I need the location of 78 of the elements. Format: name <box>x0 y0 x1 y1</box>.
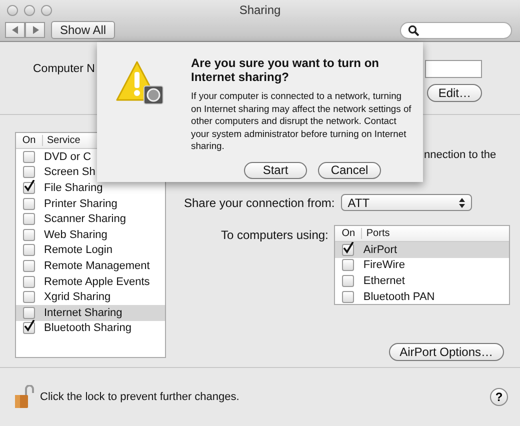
close-button[interactable] <box>7 4 18 16</box>
column-header: Service <box>46 135 80 146</box>
connection-dropdown[interactable]: ATT <box>340 194 472 211</box>
checkbox[interactable] <box>23 322 35 334</box>
airport-options-button[interactable]: AirPort Options… <box>388 343 504 361</box>
checkbox[interactable] <box>342 244 354 256</box>
column-header: On <box>335 228 362 239</box>
forward-button[interactable] <box>25 22 45 38</box>
window-title: Sharing <box>238 3 282 17</box>
computer-name-field[interactable] <box>425 60 482 78</box>
warning-icon <box>115 60 165 106</box>
port-name: FireWire <box>362 259 405 272</box>
service-row[interactable]: Scanner Sharing <box>16 211 165 227</box>
to-computers-label: To computers using: <box>221 227 328 244</box>
checkbox[interactable] <box>23 276 35 288</box>
checkbox[interactable] <box>342 259 354 272</box>
service-name: Printer Sharing <box>43 198 118 210</box>
service-name: Xgrid Sharing <box>43 291 111 304</box>
description-text: nnection to the <box>424 149 498 161</box>
sheet-title: Are you sure you want to turn on Internet sharing? <box>191 56 380 84</box>
service-name: DVD or C <box>43 150 92 163</box>
service-row[interactable]: Printer Sharing <box>16 196 165 212</box>
search-icon <box>408 24 419 36</box>
port-row[interactable]: FireWire <box>335 258 510 274</box>
service-name: Remote Login <box>43 244 112 256</box>
sheet-button[interactable]: Start <box>244 162 307 179</box>
checkbox[interactable] <box>23 182 35 194</box>
search-field[interactable] <box>400 22 512 38</box>
service-name: Scanner Sharing <box>43 213 126 226</box>
service-row[interactable]: File Sharing <box>16 180 165 196</box>
show-all-button[interactable]: Show All <box>51 21 116 39</box>
service-name: Screen Sh <box>43 166 96 178</box>
service-row[interactable]: Remote Management <box>16 258 165 274</box>
service-name: Remote Apple Events <box>43 276 150 288</box>
checkbox[interactable] <box>342 274 354 287</box>
service-row[interactable]: Remote Apple Events <box>16 274 165 290</box>
service-row[interactable]: Bluetooth Sharing <box>16 320 165 336</box>
service-row[interactable]: Remote Login <box>16 242 165 258</box>
forward-arrow-icon <box>32 26 38 34</box>
edit-button[interactable]: Edit… <box>427 84 482 102</box>
checkbox[interactable] <box>23 306 35 319</box>
sheet-button[interactable]: Cancel <box>318 162 381 179</box>
lock-hint-text: Click the lock to prevent further changes. <box>40 391 240 403</box>
computer-name-label: Computer N <box>33 63 95 75</box>
service-name: File Sharing <box>43 182 103 194</box>
sheet-message: If your computer is connected to a network, turning on Internet sharing may affect the network settings of other computers and disrupt the network. Contact your system administrator before turning on Internet sharing. <box>191 90 412 153</box>
column-header: Ports <box>365 228 390 239</box>
checkbox[interactable] <box>23 260 35 272</box>
help-button[interactable]: ? <box>490 388 508 406</box>
checkbox[interactable] <box>23 213 35 226</box>
port-row[interactable]: AirPort <box>335 242 510 258</box>
column-header: On <box>16 135 43 146</box>
port-row[interactable]: Ethernet <box>335 273 510 289</box>
back-arrow-icon <box>12 26 18 34</box>
port-name: Ethernet <box>362 274 405 287</box>
service-row[interactable]: Internet Sharing <box>16 304 165 321</box>
checkbox[interactable] <box>23 198 35 210</box>
checkbox[interactable] <box>23 150 35 163</box>
checkbox[interactable] <box>23 244 35 256</box>
service-name: Web Sharing <box>43 228 108 241</box>
minimize-button[interactable] <box>24 4 35 16</box>
port-name: Bluetooth PAN <box>362 290 435 303</box>
service-row[interactable]: Xgrid Sharing <box>16 289 165 305</box>
back-button[interactable] <box>5 22 25 38</box>
checkbox[interactable] <box>342 290 354 303</box>
service-row[interactable]: Web Sharing <box>16 226 165 243</box>
stepper-arrows-icon <box>458 198 465 208</box>
checkbox[interactable] <box>23 291 35 304</box>
zoom-button[interactable] <box>41 4 52 16</box>
unlocked-padlock-icon <box>14 385 34 409</box>
port-name: AirPort <box>362 244 398 256</box>
checkbox[interactable] <box>23 228 35 241</box>
service-name: Internet Sharing <box>43 306 122 319</box>
share-from-label: Share your connection from: <box>184 196 335 210</box>
service-name: Remote Management <box>43 260 150 272</box>
service-name: Bluetooth Sharing <box>43 322 132 334</box>
port-row[interactable]: Bluetooth PAN <box>335 288 510 304</box>
checkbox[interactable] <box>23 166 35 178</box>
